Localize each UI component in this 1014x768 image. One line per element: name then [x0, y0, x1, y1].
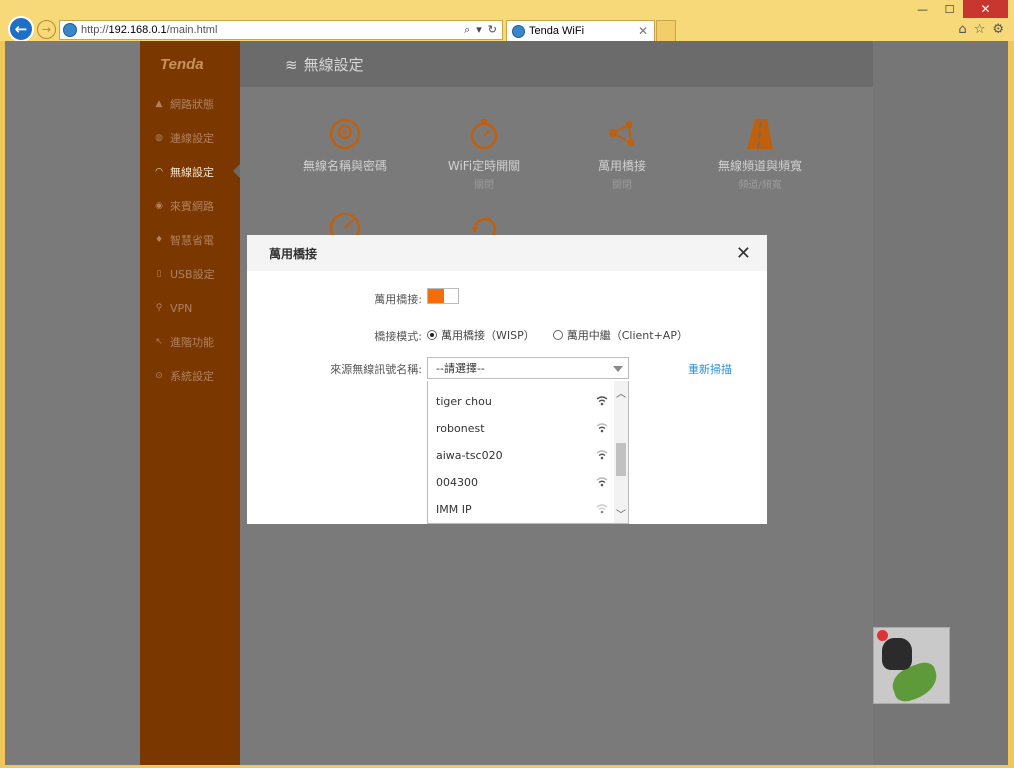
feature-ssid-password[interactable]: 無線名稱與密碼	[280, 117, 410, 174]
window-controls: — ☐ ✕	[909, 0, 1008, 18]
url-text[interactable]: http://192.168.0.1/main.html	[81, 24, 464, 36]
address-bar[interactable]: http://192.168.0.1/main.html ⌕ ▾ ↻	[59, 20, 503, 40]
wifi-signal-icon	[596, 450, 608, 460]
feature-channel-bandwidth[interactable]: 無線頻道與頻寬 頻道/頻寬	[695, 117, 825, 191]
wifi-icon: ≋	[285, 55, 298, 74]
radio-unselected-icon	[552, 330, 563, 340]
scroll-thumb[interactable]	[616, 443, 626, 476]
bridge-toggle-label: 萬用橋接:	[374, 293, 422, 306]
chevron-down-icon	[613, 366, 623, 372]
refresh-icon[interactable]: ↻	[488, 23, 497, 37]
back-button[interactable]: ←	[8, 16, 34, 42]
road-icon	[743, 117, 777, 151]
chevron-down-icon[interactable]: ﹀	[614, 506, 628, 521]
usb-icon: ▯	[156, 269, 162, 279]
system-settings-icon: ⊙	[155, 371, 163, 381]
tab-title: Tenda WiFi	[529, 25, 585, 37]
tab-close-icon[interactable]: ✕	[638, 24, 648, 38]
universal-bridge-dialog: 萬用橋接 ✕ 萬用橋接: 橋接模式: 萬用橋接（WISP） 萬用中繼（Clien…	[247, 235, 767, 524]
dialog-header: 萬用橋接 ✕	[247, 235, 767, 271]
ssid-dropdown-list: tiger chou robonest aiwa-tsc020 004300 I…	[427, 381, 629, 524]
bear-mascot-icon	[882, 638, 912, 670]
list-item-network[interactable]: tiger chou	[428, 388, 614, 415]
wifi-signal-icon	[596, 423, 608, 433]
sidebar-item-guest-network[interactable]: ◉ 來賓網路	[154, 197, 214, 215]
guest-network-icon: ◉	[155, 201, 163, 211]
list-item-network[interactable]: IMM IP	[428, 496, 614, 523]
sidebar-item-advanced[interactable]: ↖ 進階功能	[154, 333, 214, 351]
new-tab-button[interactable]	[656, 20, 676, 41]
bridge-toggle[interactable]	[427, 288, 459, 304]
browser-tab[interactable]: Tenda WiFi ✕	[506, 20, 655, 41]
radio-client-ap[interactable]: 萬用中繼（Client+AP）	[552, 327, 688, 343]
sidebar-item-network-status[interactable]: ▲ 網路狀態	[154, 95, 214, 113]
ie-tab-icon	[512, 24, 525, 38]
network-status-icon: ▲	[155, 99, 163, 109]
advanced-icon: ↖	[155, 337, 163, 347]
watermark-logo	[873, 627, 950, 705]
home-icon[interactable]: ⌂	[958, 22, 966, 37]
source-ssid-label: 來源無線訊號名稱:	[330, 363, 422, 376]
list-item-network[interactable]: 004300	[428, 469, 614, 496]
active-indicator	[233, 164, 240, 178]
sidebar-item-vpn[interactable]: ⚲ VPN	[154, 299, 193, 317]
wifi-signal-icon	[596, 504, 608, 514]
content-header: ≋ 無線設定	[240, 41, 873, 87]
wifi-signal-icon	[596, 396, 608, 406]
stopwatch-icon	[467, 117, 501, 151]
feature-universal-bridge[interactable]: 萬用橋接 關閉	[557, 117, 687, 191]
sidebar-item-power-save[interactable]: ♦ 智慧省電	[154, 231, 214, 249]
bridge-mode-radio-group: 萬用橋接（WISP） 萬用中繼（Client+AP）	[427, 327, 688, 343]
chevron-up-icon[interactable]: ︿	[614, 385, 628, 400]
search-icon[interactable]: ⌕	[464, 23, 470, 37]
toggle-knob	[428, 289, 444, 303]
bridge-mode-label: 橋接模式:	[374, 330, 422, 343]
sidebar: Tenda ▲ 網路狀態 ◍ 連線設定 ◠ 無線設定 ◉ 來賓網路 ♦ 智慧省電 ▯ USB…	[140, 41, 240, 765]
browser-chrome: — ☐ ✕ ← → http://192.168.0.1/main.html ⌕…	[0, 0, 1014, 42]
page-title: ≋ 無線設定	[285, 55, 364, 75]
rescan-link[interactable]: 重新掃描	[688, 361, 732, 377]
minimize-button[interactable]: —	[909, 0, 936, 18]
power-save-icon: ♦	[154, 235, 164, 245]
arrow-right-icon: →	[41, 23, 52, 36]
list-item-network[interactable]: aiwa-tsc020	[428, 442, 614, 469]
sidebar-item-usb[interactable]: ▯ USB設定	[154, 265, 215, 283]
radio-wisp[interactable]: 萬用橋接（WISP）	[427, 327, 535, 343]
arrow-left-icon: ←	[14, 20, 28, 38]
vpn-icon: ⚲	[155, 303, 163, 313]
list-item-network[interactable]: robonest	[428, 415, 614, 442]
maximize-button[interactable]: ☐	[936, 0, 963, 18]
bridge-nodes-icon	[605, 117, 639, 151]
settings-gear-icon[interactable]: ⚙	[992, 22, 1004, 37]
feature-wifi-schedule[interactable]: WiFi定時開關 關閉	[419, 117, 549, 191]
wifi-icon: ◠	[155, 167, 163, 177]
tenda-logo: Tenda	[160, 56, 204, 73]
dialog-title: 萬用橋接	[269, 246, 318, 261]
close-icon[interactable]: ✕	[736, 243, 751, 264]
favorites-star-icon[interactable]: ☆	[974, 22, 986, 37]
radio-selected-icon	[427, 330, 437, 340]
sidebar-item-wireless[interactable]: ◠ 無線設定	[154, 163, 214, 181]
badge-icon	[877, 630, 888, 641]
wifi-signal-icon	[596, 477, 608, 487]
globe-icon: ◍	[155, 133, 163, 143]
source-ssid-select[interactable]: --請選擇--	[427, 357, 629, 379]
ie-page-icon	[63, 23, 77, 37]
forward-button[interactable]: →	[37, 20, 56, 39]
dropdown-scrollbar[interactable]: ︿ ﹀	[614, 381, 628, 523]
sidebar-item-connection[interactable]: ◍ 連線設定	[154, 129, 214, 147]
close-window-button[interactable]: ✕	[963, 0, 1008, 18]
sidebar-item-system[interactable]: ⊙ 系統設定	[154, 367, 214, 385]
dropdown-arrow-icon[interactable]: ▾	[476, 23, 482, 37]
hotspot-icon	[328, 117, 362, 151]
